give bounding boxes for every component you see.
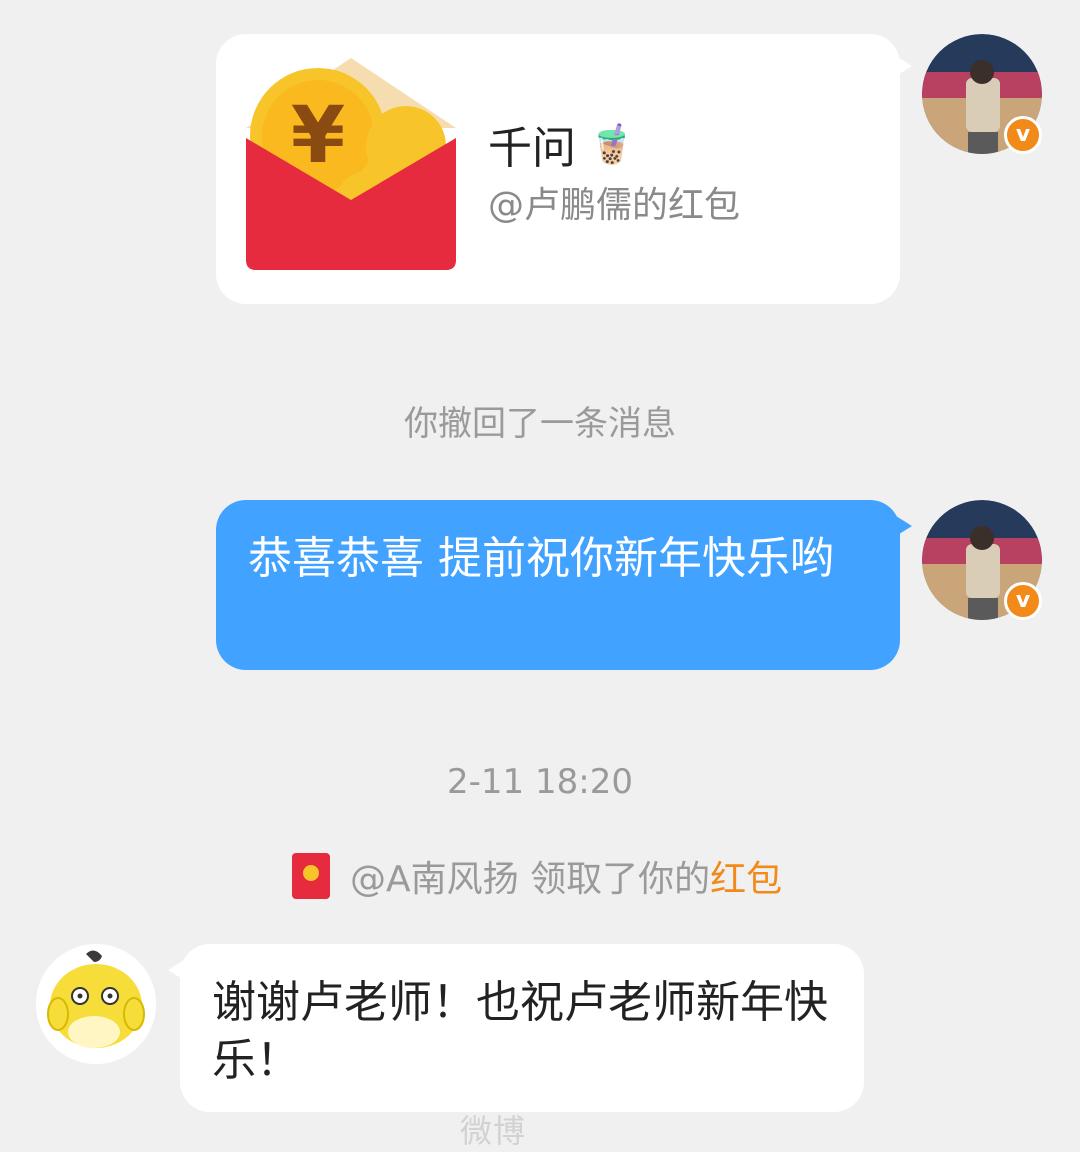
bubble-tea-icon: 🧋 [588, 121, 636, 166]
red-packet-title: 千问 🧋 [488, 112, 635, 176]
bubble-tail [896, 516, 912, 536]
message-text: 谢谢卢老师！也祝卢老师新年快乐！ [212, 977, 828, 1086]
bubble-tail [168, 960, 184, 980]
watermark: 微博 [460, 1112, 527, 1150]
verified-badge-icon: v [1004, 116, 1042, 154]
message-bubble-self[interactable]: 恭喜恭喜 提前祝你新年快乐哟 [216, 500, 912, 670]
red-packet-title-text: 千问 [488, 123, 576, 174]
message-bubble-other[interactable]: 谢谢卢老师！也祝卢老师新年快乐！ [168, 944, 864, 1112]
red-packet-card[interactable]: ¥ 千问 🧋 @卢鹏儒的红包 [216, 34, 912, 304]
red-packet-subtitle: @卢鹏儒的红包 [488, 185, 741, 226]
red-packet-icon [292, 853, 330, 899]
bubble-tail [896, 56, 912, 76]
other-avatar[interactable] [36, 944, 156, 1064]
duck-avatar-icon [36, 944, 156, 1064]
red-packet-claimed-notice: @A南风扬 领取了你的红包 [292, 850, 782, 902]
claimed-text: @A南风扬 领取了你的 [350, 859, 711, 900]
red-packet-link[interactable]: 红包 [710, 859, 782, 900]
recall-notice: 你撤回了一条消息 [404, 404, 676, 444]
self-avatar-container[interactable]: v [922, 500, 1046, 624]
svg-text:¥: ¥ [291, 91, 345, 181]
timestamp: 2-11 18:20 [447, 762, 633, 802]
red-packet-icon: ¥ [246, 58, 456, 270]
self-avatar-container[interactable]: v [922, 34, 1046, 158]
message-text: 恭喜恭喜 提前祝你新年快乐哟 [248, 533, 834, 584]
verified-badge-icon: v [1004, 582, 1042, 620]
